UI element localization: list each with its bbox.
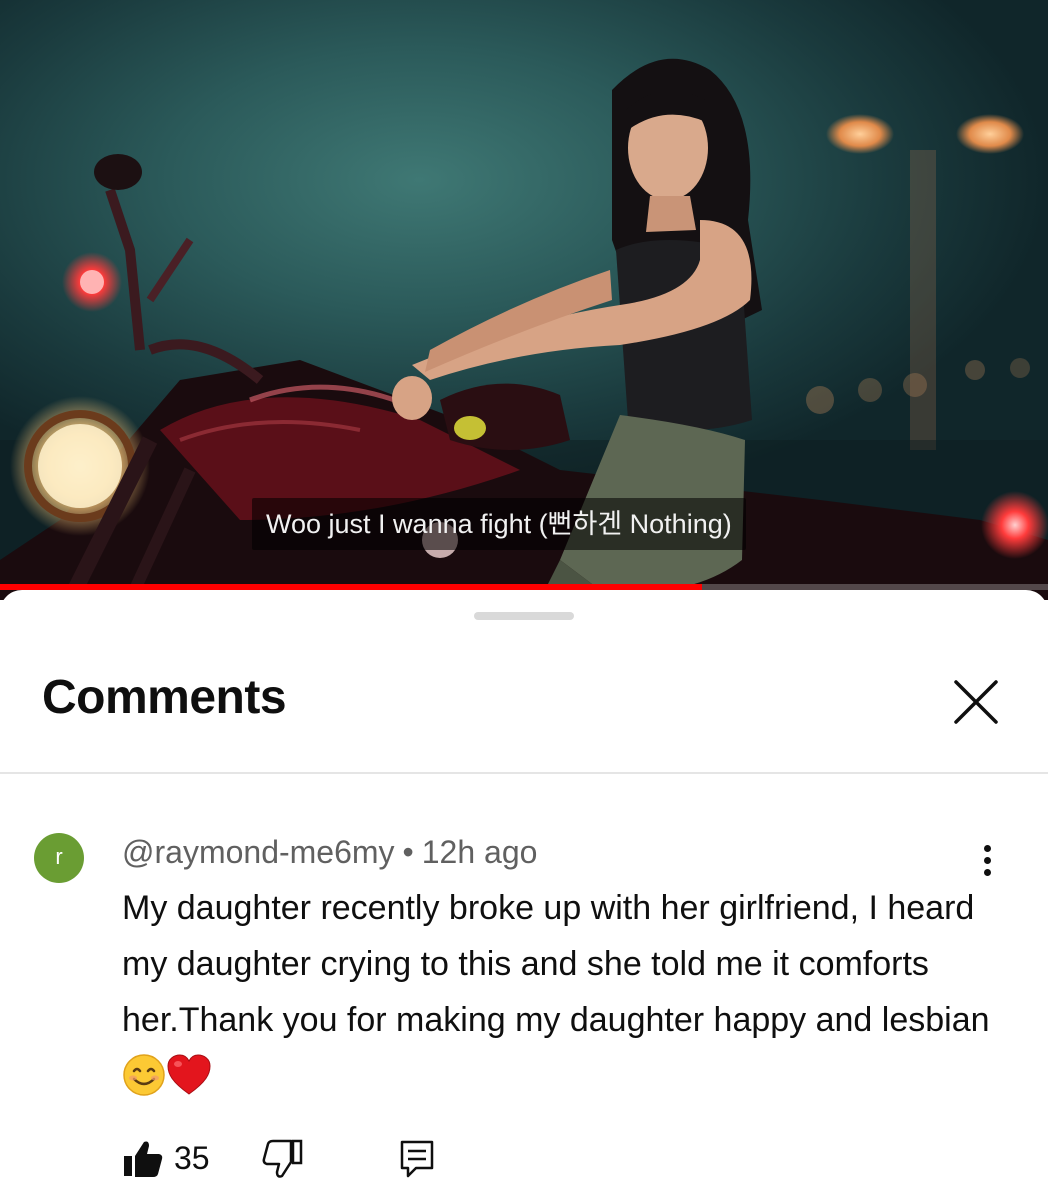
like-count: 35 xyxy=(174,1140,210,1176)
smiling-face-emoji xyxy=(123,1054,165,1096)
like-button[interactable] xyxy=(122,1138,164,1185)
dislike-icon xyxy=(262,1139,303,1178)
more-vert-icon xyxy=(970,845,1004,876)
close-icon xyxy=(954,680,998,724)
comment-body: My daughter recently broke up with her g… xyxy=(122,880,1002,1104)
video-subtitle: Woo just I wanna fight (뻔하겐 Nothing) xyxy=(252,498,746,550)
close-button[interactable] xyxy=(944,670,1008,734)
dislike-button[interactable] xyxy=(262,1138,304,1185)
reply-icon xyxy=(400,1140,434,1178)
like-icon xyxy=(124,1141,163,1177)
red-heart-emoji xyxy=(167,1054,211,1095)
comment-text: My daughter recently broke up with her g… xyxy=(122,889,990,1039)
comment-author[interactable]: @raymond-me6my xyxy=(122,834,395,870)
drag-handle[interactable] xyxy=(474,612,574,620)
header-divider xyxy=(0,772,1048,774)
video-player[interactable]: Woo just I wanna fight (뻔하겐 Nothing) xyxy=(0,0,1048,600)
comment-time: 12h ago xyxy=(421,834,538,870)
comment-meta: @raymond-me6my • 12h ago xyxy=(122,834,537,871)
avatar[interactable]: r xyxy=(34,833,84,883)
reply-button[interactable] xyxy=(396,1138,438,1185)
meta-separator: • xyxy=(402,834,414,870)
comments-title: Comments xyxy=(42,671,287,724)
comments-panel: Comments r @raymond-me6my • 12h ago My dau… xyxy=(0,590,1048,1200)
